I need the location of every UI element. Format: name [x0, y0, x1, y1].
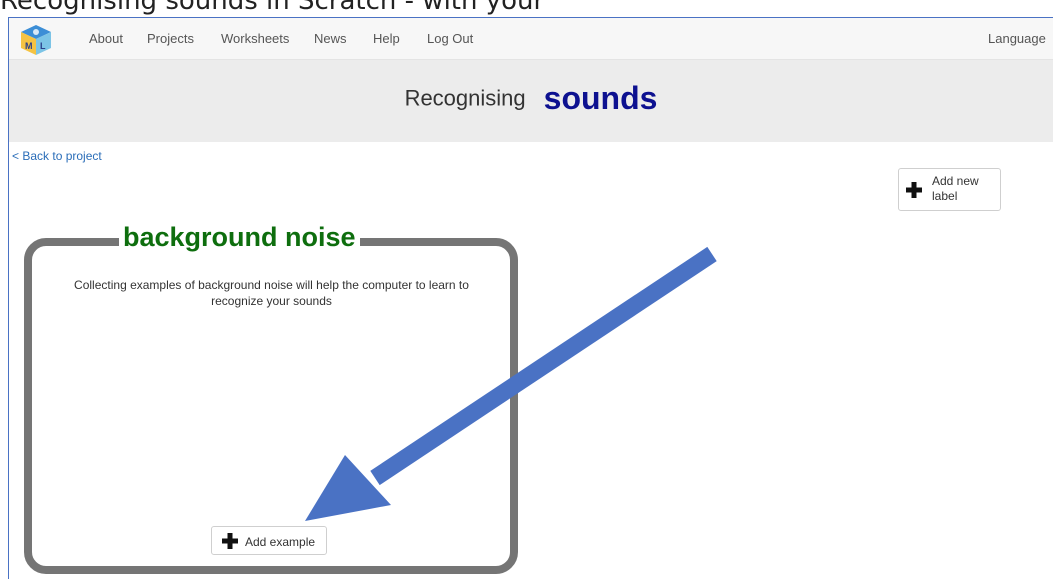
back-to-project-link[interactable]: < Back to project: [12, 149, 102, 163]
project-type-title: sounds: [543, 80, 658, 116]
nav-projects[interactable]: Projects: [147, 31, 194, 46]
cropped-slide-title: Recognising sounds in Scratch - with you…: [0, 0, 545, 16]
cropped-slide-text: Recognising sounds in Scratch - with you…: [0, 0, 1053, 17]
nav-help[interactable]: Help: [373, 31, 400, 46]
svg-text:M: M: [25, 41, 33, 51]
label-bucket-title: background noise: [119, 217, 360, 257]
nav-news[interactable]: News: [314, 31, 347, 46]
nav-about[interactable]: About: [89, 31, 123, 46]
add-new-label-text: Add new label: [932, 174, 979, 203]
add-new-label-button[interactable]: Add new label: [898, 168, 1001, 211]
add-example-button[interactable]: Add example: [211, 526, 327, 555]
nav-language[interactable]: Language: [988, 31, 1046, 46]
page-title: Recognising sounds: [9, 80, 1053, 117]
label-bucket-description: Collecting examples of background noise …: [74, 278, 469, 308]
top-navbar: M L About Projects Worksheets News Help …: [9, 18, 1053, 60]
browser-content: M L About Projects Worksheets News Help …: [8, 17, 1053, 579]
page-header: Recognising sounds: [9, 60, 1053, 142]
nav-log-out[interactable]: Log Out: [427, 31, 473, 46]
svg-text:L: L: [40, 41, 46, 51]
plus-icon: [222, 533, 238, 549]
add-example-text: Add example: [245, 535, 316, 549]
page-title-prefix: Recognising: [404, 85, 526, 111]
ml-logo-icon[interactable]: M L: [19, 24, 53, 56]
nav-worksheets[interactable]: Worksheets: [221, 31, 289, 46]
plus-icon: [906, 182, 922, 198]
